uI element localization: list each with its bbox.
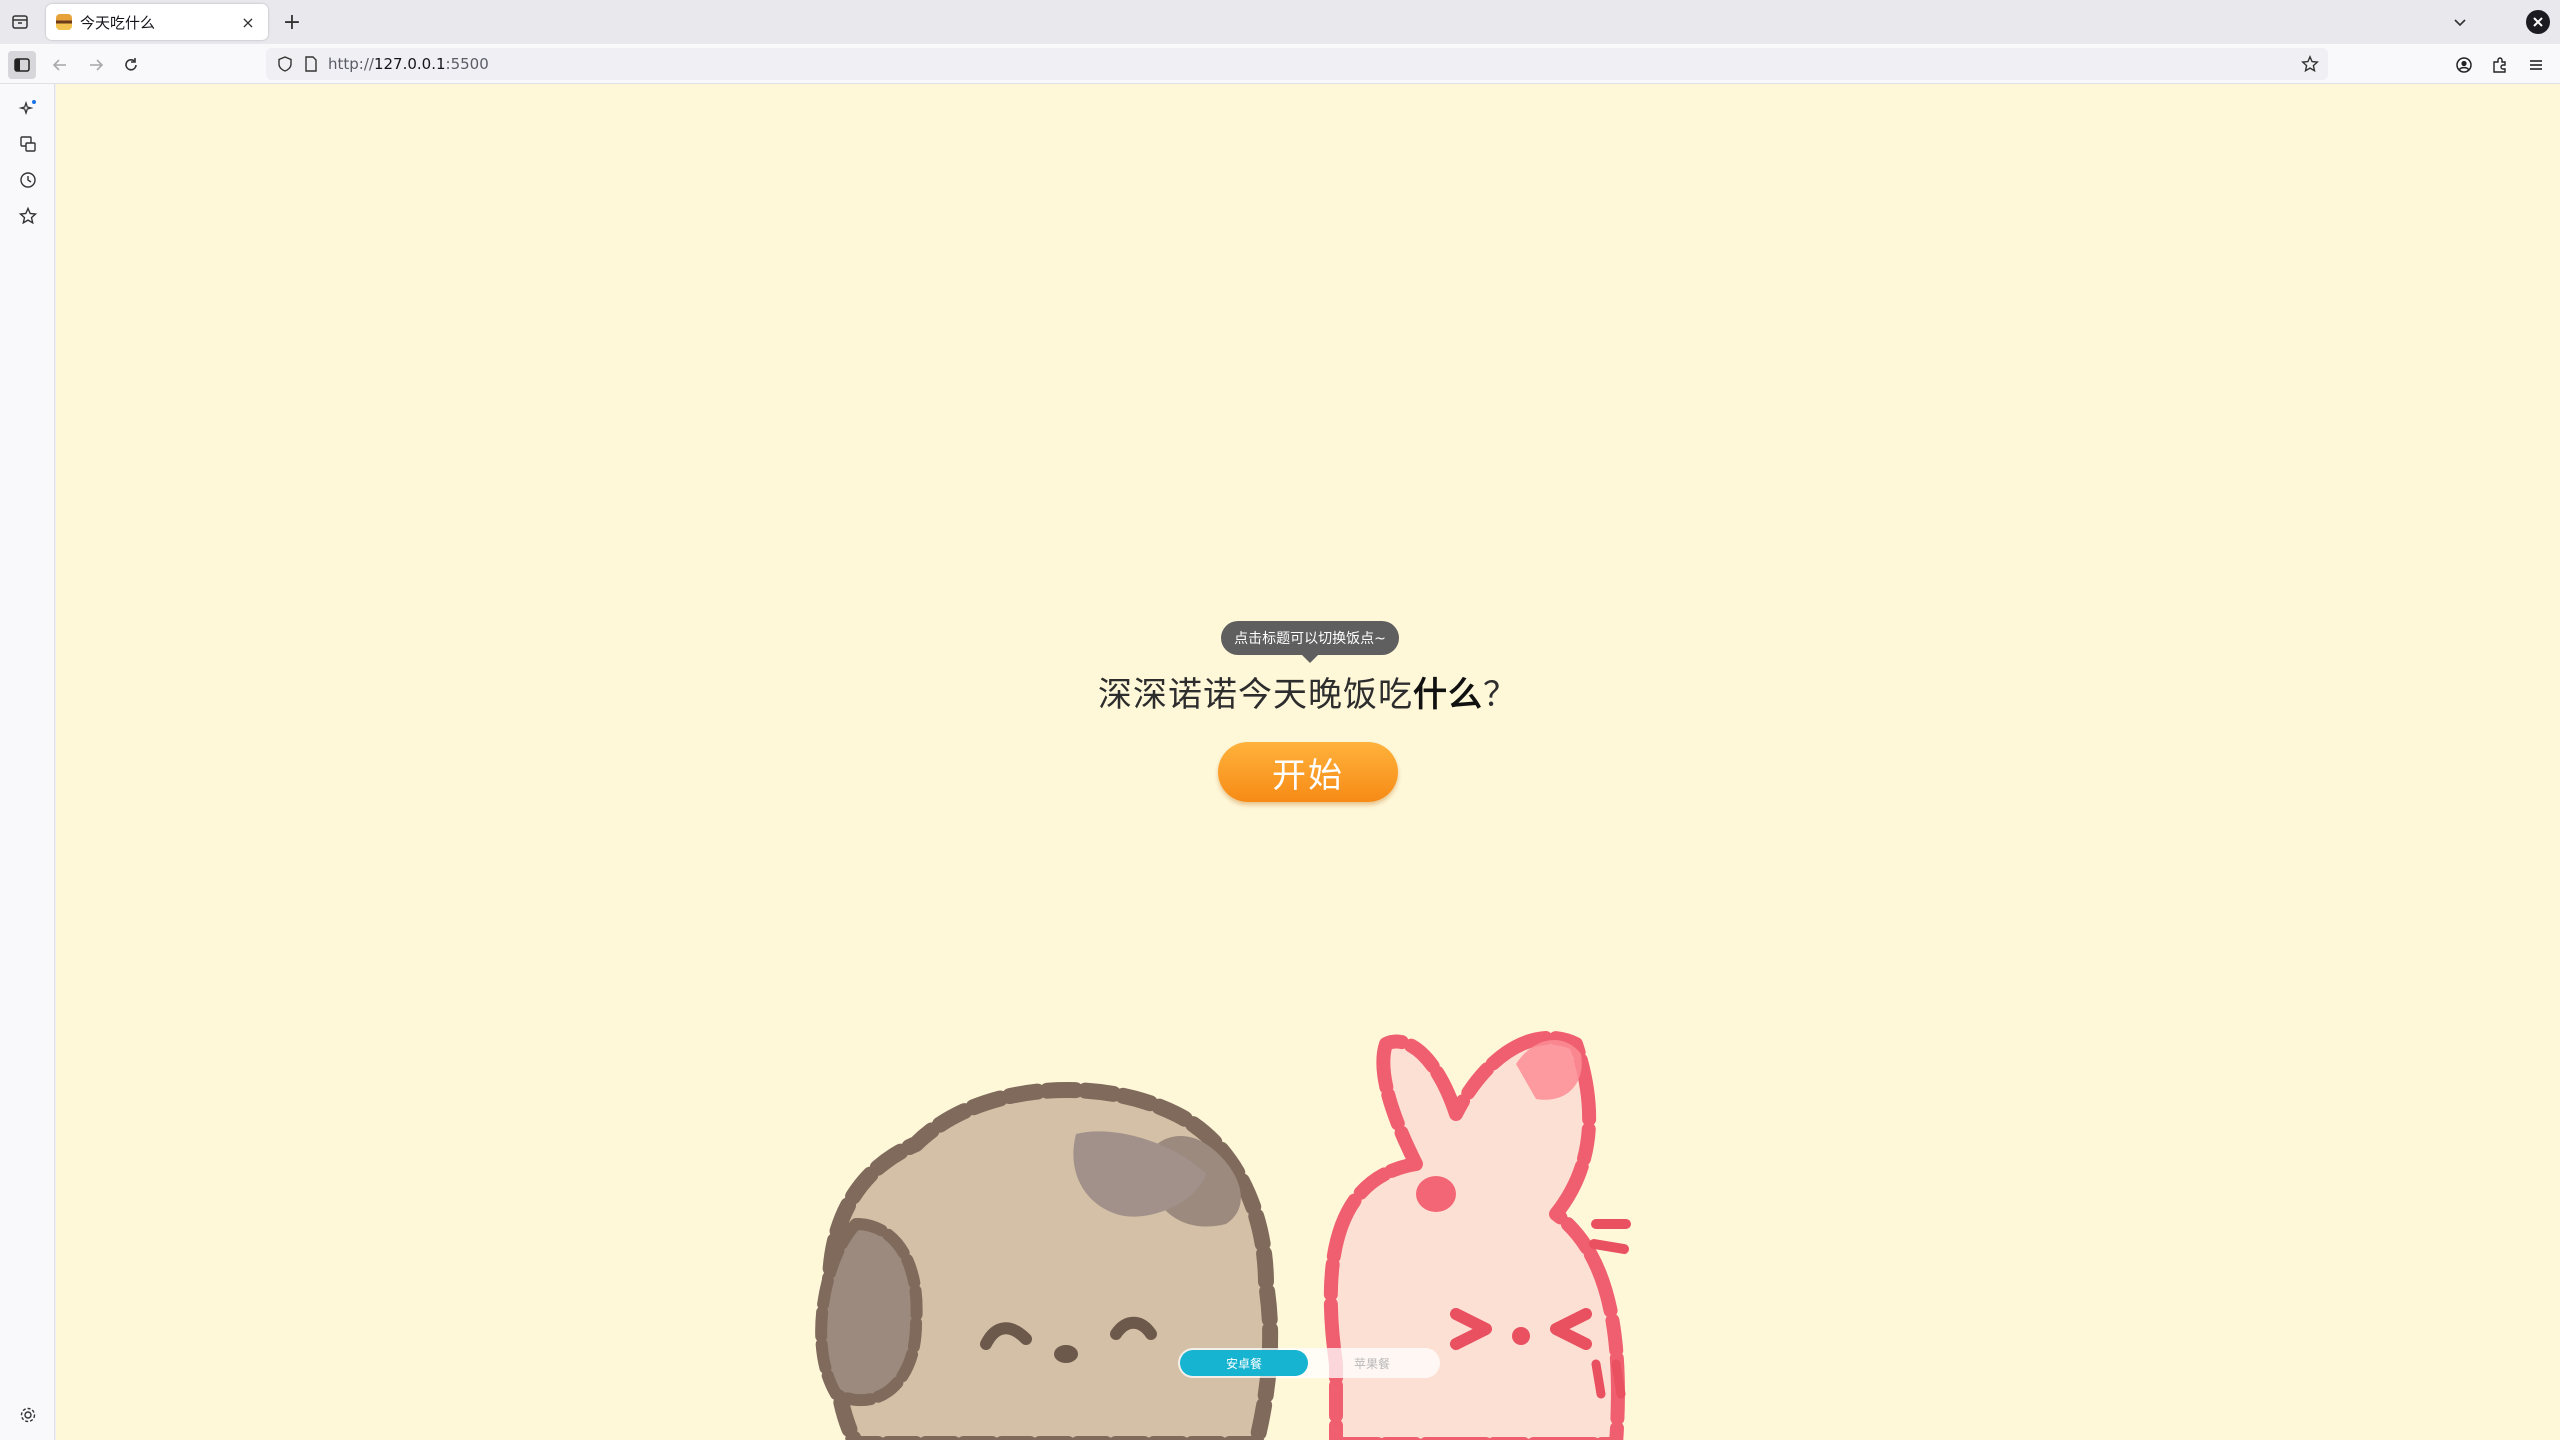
forward-button[interactable] — [82, 51, 110, 79]
page-content: 点击标题可以切换饭点~ 深深诺诺今天晚饭吃什么？ 开始 安卓餐 苹果餐 — [56, 84, 2560, 1440]
meal-type-toggle[interactable]: 安卓餐 苹果餐 — [1178, 1348, 1440, 1378]
arrow-right-icon — [90, 59, 104, 71]
tab-active[interactable]: 今天吃什么 × — [46, 4, 268, 40]
tab-close-icon[interactable]: × — [238, 12, 258, 32]
page-info-icon[interactable] — [302, 55, 320, 73]
sidebar-toggle-button[interactable] — [8, 51, 36, 79]
bookmark-star-icon[interactable] — [2300, 54, 2320, 74]
synced-tabs-icon — [20, 136, 36, 152]
gear-icon — [20, 1407, 36, 1423]
history-button[interactable] — [15, 167, 41, 193]
account-button[interactable] — [2450, 51, 2478, 79]
customize-sidebar-button[interactable] — [15, 1402, 41, 1428]
account-icon — [2456, 57, 2472, 73]
firefox-view-icon — [12, 15, 28, 29]
app-menu-button[interactable] — [2522, 51, 2550, 79]
chevron-down-icon — [2454, 19, 2466, 27]
headline-prefix[interactable]: 深深诺诺今天晚饭吃 — [1098, 675, 1413, 715]
ai-chatbot-button[interactable] — [15, 95, 41, 121]
hamburger-menu-icon — [2530, 60, 2542, 70]
url-bar[interactable]: http://127.0.0.1:5500 — [266, 48, 2328, 80]
dog-illustration — [815, 1082, 1279, 1440]
tab-strip: 今天吃什么 × + — [0, 0, 2560, 44]
burger-favicon-icon — [56, 14, 72, 30]
new-tab-button[interactable]: + — [280, 10, 304, 35]
window-close-button[interactable] — [2526, 10, 2550, 34]
extensions-button[interactable] — [2486, 51, 2514, 79]
clock-icon — [20, 172, 36, 188]
tab-title: 今天吃什么 — [80, 13, 156, 32]
bunny-illustration — [1323, 1030, 1631, 1440]
navigation-toolbar: http://127.0.0.1:5500 — [0, 44, 2560, 84]
start-button[interactable]: 开始 — [1218, 742, 1398, 802]
list-all-tabs-button[interactable] — [2448, 10, 2472, 34]
back-button[interactable] — [46, 51, 74, 79]
toggle-option-android[interactable]: 安卓餐 — [1180, 1350, 1308, 1376]
headline-suffix[interactable]: ？ — [1483, 675, 1518, 715]
sidebar-icon — [14, 58, 30, 72]
shield-icon[interactable] — [276, 55, 294, 73]
reload-button[interactable] — [117, 51, 145, 79]
reload-icon — [125, 58, 137, 71]
page-title[interactable]: 深深诺诺今天晚饭吃什么？ — [56, 667, 2560, 716]
puzzle-icon — [2493, 57, 2506, 73]
bookmarks-button[interactable] — [15, 203, 41, 229]
star-icon — [18, 206, 38, 225]
sparkle-icon — [18, 100, 36, 116]
toggle-option-apple[interactable]: 苹果餐 — [1308, 1350, 1436, 1376]
headline-emphasis[interactable]: 什么 — [1413, 675, 1483, 715]
hint-tooltip: 点击标题可以切换饭点~ — [1221, 621, 1399, 663]
browser-sidebar — [0, 84, 55, 1440]
arrow-left-icon — [52, 59, 66, 71]
firefox-view-button[interactable] — [8, 10, 32, 34]
close-icon — [2533, 17, 2543, 27]
synced-tabs-button[interactable] — [15, 131, 41, 157]
url-text[interactable]: http://127.0.0.1:5500 — [328, 55, 489, 73]
